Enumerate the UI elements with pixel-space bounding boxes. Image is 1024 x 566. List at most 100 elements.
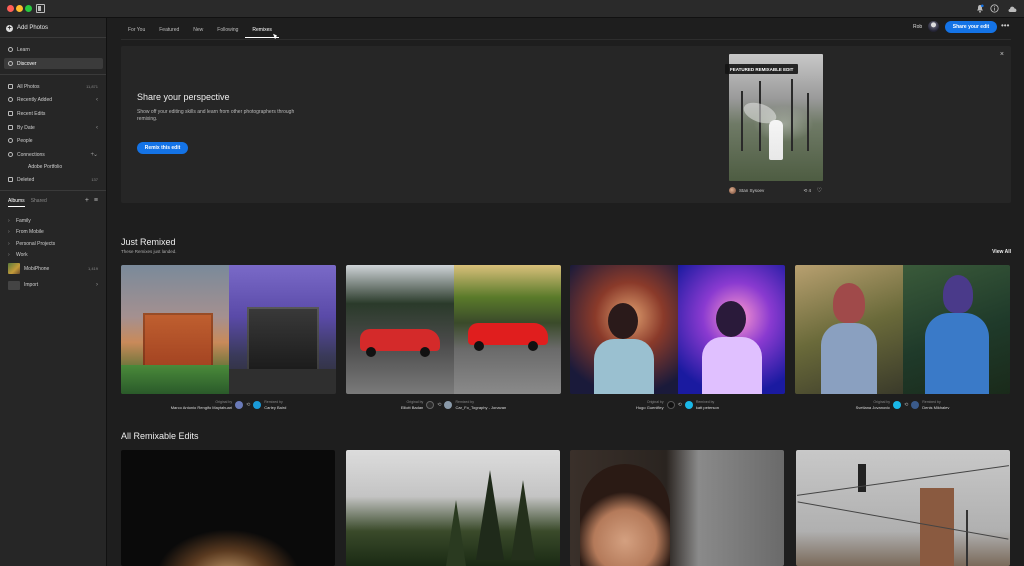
minimize-window-button[interactable] [16, 5, 23, 12]
album-item[interactable]: › Personal Projects [0, 238, 106, 249]
album-item[interactable]: › From Mobile [0, 226, 106, 237]
window-titlebar [0, 0, 1024, 18]
avatar[interactable] [666, 401, 675, 409]
section-title: All Remixable Edits [121, 431, 199, 441]
tab-featured[interactable]: Featured [152, 26, 186, 38]
remix-this-edit-button[interactable]: Remix this edit [137, 142, 188, 154]
person-icon [8, 138, 13, 143]
heart-icon[interactable]: ♡ [817, 187, 822, 194]
chevron-right-icon[interactable]: › [8, 229, 12, 235]
avatar[interactable] [928, 21, 939, 32]
close-icon[interactable]: × [1000, 51, 1004, 58]
tab-new[interactable]: New [186, 26, 210, 38]
info-icon[interactable] [989, 3, 1000, 14]
chevron-left-icon[interactable]: ‹ [96, 97, 98, 103]
sidebar-item-learn[interactable]: Learn [0, 44, 106, 55]
remix-card[interactable] [795, 265, 1010, 394]
sort-icon[interactable]: ≡ [94, 197, 98, 204]
original-author[interactable]: Elliott Badan [401, 405, 423, 410]
remix-count: ⟲ 4 [803, 187, 811, 193]
tab-following[interactable]: Following [210, 26, 245, 38]
remixer-name[interactable]: Car_Fo_Tography - Jonavan [455, 405, 506, 410]
chevron-down-icon[interactable]: ⌄ [93, 151, 98, 158]
avatar[interactable] [426, 401, 435, 409]
avatar[interactable] [729, 187, 736, 194]
remixable-edit-card[interactable] [796, 450, 1010, 566]
remixer-name[interactable]: katt peterson [696, 405, 719, 410]
original-author[interactable]: Hugo Guenifley [636, 405, 664, 410]
chevron-right-icon[interactable]: › [8, 252, 12, 258]
original-author[interactable]: Marco Antonio Rengifo Maytahuari [171, 405, 232, 410]
tab-albums[interactable]: Albums [8, 198, 25, 207]
album-item[interactable]: › Family [0, 215, 106, 226]
sidebar-item-discover[interactable]: Discover [4, 58, 103, 69]
avatar[interactable] [253, 401, 262, 409]
sidebar-item-label: Adobe Portfolio [28, 163, 63, 170]
remix-card[interactable] [121, 265, 336, 394]
sidebar-item-recently-added[interactable]: Recently Added ‹ [0, 94, 106, 105]
avatar[interactable] [911, 401, 920, 409]
divider [0, 37, 106, 38]
sidebar-item-connections[interactable]: Connections + ⌄ [0, 149, 106, 160]
chevron-right-icon[interactable]: › [8, 218, 12, 224]
sidebar-item-all-photos[interactable]: All Photos 11,871 [0, 81, 106, 92]
lightbulb-icon [8, 47, 13, 52]
remix-icon: ⟲ [904, 402, 909, 408]
cloud-icon[interactable] [1007, 3, 1018, 14]
sidebar-item-by-date[interactable]: By Date ‹ [0, 122, 106, 133]
album-thumbnail [8, 263, 20, 274]
chevron-left-icon[interactable]: ‹ [96, 125, 98, 131]
sidebar-item-deleted[interactable]: Deleted 137 [0, 174, 106, 185]
remixer-name[interactable]: Carley Baird [264, 405, 286, 410]
tab-for-you[interactable]: For You [121, 26, 152, 38]
remix-icon: ⟲ [677, 402, 682, 408]
author-name[interactable]: Stan Sysoev [739, 188, 764, 193]
sidebar-item-recent-edits[interactable]: Recent Edits [0, 108, 106, 119]
sidebar-item-label: Connections [17, 151, 45, 158]
original-photo [795, 265, 903, 394]
remix-card[interactable] [570, 265, 785, 394]
sidebar-item-label: Deleted [17, 176, 35, 183]
remix-card[interactable] [346, 265, 561, 394]
add-album-icon[interactable]: + [85, 197, 89, 204]
add-photos-button[interactable]: + Add Photos [6, 23, 48, 33]
avatar[interactable] [235, 401, 244, 409]
avatar[interactable] [444, 401, 453, 409]
sidebar-item-people[interactable]: People [0, 135, 106, 146]
zoom-window-button[interactable] [25, 5, 32, 12]
album-item-import[interactable]: Import › [0, 279, 106, 291]
bell-icon[interactable] [974, 3, 985, 14]
remixer-name[interactable]: Denis Mikhalev [922, 405, 949, 410]
sidebar-item-adobe-portfolio[interactable]: Adobe Portfolio [0, 161, 106, 172]
avatar[interactable] [893, 401, 902, 409]
remixable-edit-card[interactable] [570, 450, 784, 566]
banner-description: Show off your editing skills and learn f… [137, 109, 295, 122]
album-tabs: Albums Shared [8, 198, 47, 207]
more-options-icon[interactable]: ••• [1001, 21, 1009, 30]
album-item-mobiphone[interactable]: MobiPhone 1,419 [0, 262, 106, 275]
divider [0, 190, 106, 191]
remix-credit: Original by Marco Antonio Rengifo Maytah… [121, 398, 336, 412]
section-title: Just Remixed [121, 237, 176, 247]
remix-credit: Original by Svetlana Jovanovic ⟲ Remixed… [795, 398, 1010, 412]
divider [121, 39, 1011, 40]
remix-credit: Original by Elliott Badan ⟲ Remixed by C… [346, 398, 561, 412]
trash-icon [8, 177, 13, 182]
sidebar-toggle-icon[interactable] [36, 4, 45, 13]
album-tools: + ≡ [85, 197, 98, 204]
album-item[interactable]: › Work [0, 249, 106, 260]
chevron-right-icon[interactable]: › [8, 241, 12, 247]
close-window-button[interactable] [7, 5, 14, 12]
chevron-right-icon[interactable]: › [96, 282, 98, 288]
album-label: Family [16, 217, 31, 224]
avatar[interactable] [684, 401, 693, 409]
clock-icon [8, 97, 13, 102]
original-author[interactable]: Svetlana Jovanovic [856, 405, 890, 410]
share-your-edit-button[interactable]: Share your edit [945, 21, 997, 33]
album-label: MobiPhone [24, 265, 50, 272]
remixable-edit-card[interactable] [346, 450, 560, 566]
view-all-link[interactable]: View All [992, 249, 1011, 255]
tab-shared[interactable]: Shared [31, 198, 47, 207]
compass-icon [8, 61, 13, 66]
remixable-edit-card[interactable] [121, 450, 335, 566]
